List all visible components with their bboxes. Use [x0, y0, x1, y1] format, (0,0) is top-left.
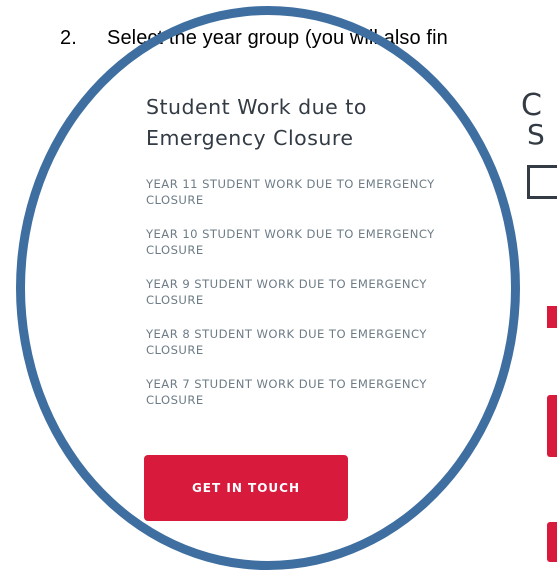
year-11-link-line2: CLOSURE: [146, 193, 204, 207]
step-number: 2.: [60, 27, 77, 49]
year-group-list: YEAR 11 STUDENT WORK DUE TO EMERGENCY CLO…: [146, 176, 496, 426]
year-10-link-line1: YEAR 10 STUDENT WORK DUE TO EMERGENCY: [146, 227, 435, 241]
year-9-link-line1: YEAR 9 STUDENT WORK DUE TO EMERGENCY: [146, 277, 427, 291]
year-8-link-line1: YEAR 8 STUDENT WORK DUE TO EMERGENCY: [146, 327, 427, 341]
year-10-link[interactable]: YEAR 10 STUDENT WORK DUE TO EMERGENCY CLO…: [146, 226, 496, 258]
right-partial-red-button-2[interactable]: [547, 522, 557, 562]
year-7-link-line2: CLOSURE: [146, 393, 204, 407]
right-partial-input-box[interactable]: [527, 165, 557, 199]
panel-title: Student Work due to Emergency Closure: [146, 92, 466, 154]
year-7-link[interactable]: YEAR 7 STUDENT WORK DUE TO EMERGENCY CLOS…: [146, 376, 496, 408]
right-partial-red-bar: [547, 306, 557, 328]
step-text: Select the year group (you will also fin: [107, 27, 448, 49]
year-9-link-line2: CLOSURE: [146, 293, 204, 307]
panel-title-line1: Student Work due to: [146, 95, 367, 119]
year-8-link[interactable]: YEAR 8 STUDENT WORK DUE TO EMERGENCY CLOS…: [146, 326, 496, 358]
year-11-link-line1: YEAR 11 STUDENT WORK DUE TO EMERGENCY: [146, 177, 435, 191]
year-8-link-line2: CLOSURE: [146, 343, 204, 357]
year-7-link-line1: YEAR 7 STUDENT WORK DUE TO EMERGENCY: [146, 377, 427, 391]
right-partial-red-button[interactable]: [547, 395, 557, 457]
year-10-link-line2: CLOSURE: [146, 243, 204, 257]
right-partial-heading-letter-2: S: [527, 118, 545, 151]
get-in-touch-button[interactable]: GET IN TOUCH: [144, 455, 348, 521]
year-9-link[interactable]: YEAR 9 STUDENT WORK DUE TO EMERGENCY CLOS…: [146, 276, 496, 308]
panel-title-line2: Emergency Closure: [146, 126, 354, 150]
year-11-link[interactable]: YEAR 11 STUDENT WORK DUE TO EMERGENCY CLO…: [146, 176, 496, 208]
instruction-step: 2. Select the year group (you will also f…: [60, 27, 448, 50]
